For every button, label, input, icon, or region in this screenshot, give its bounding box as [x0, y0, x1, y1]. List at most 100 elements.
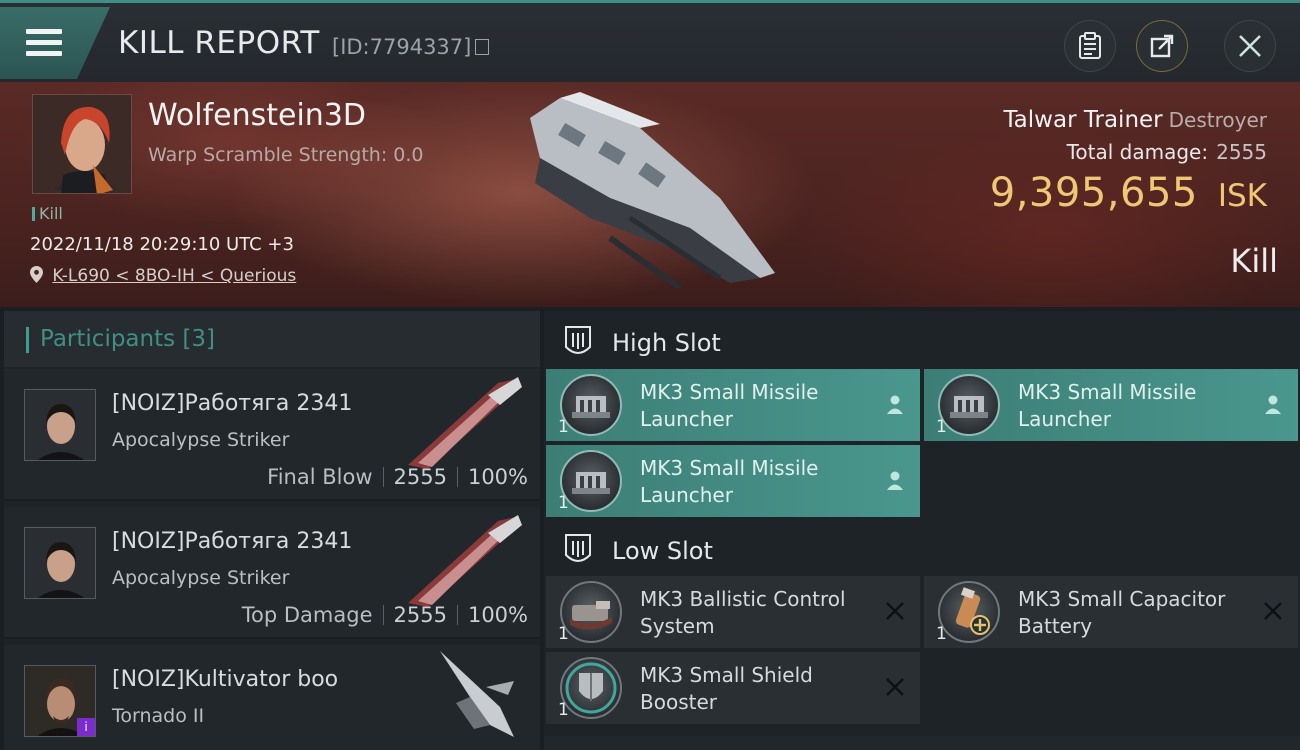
kill-tag: Kill: [32, 204, 63, 223]
clipboard-button[interactable]: [1064, 20, 1116, 72]
module-name: MK3 Small Missile Launcher: [1018, 380, 1197, 431]
missile-launcher-glyph: [572, 472, 610, 494]
participant-stat-label: Top Damage: [241, 603, 373, 627]
high-slot-module[interactable]: 1 MK3 Small Missile Launcher: [924, 369, 1298, 441]
stat-divider: [456, 605, 458, 625]
page-title: KILL REPORT: [118, 25, 320, 61]
participant-ship-image: [408, 515, 522, 607]
avatar[interactable]: [24, 389, 96, 461]
missile-launcher-icon: [560, 450, 622, 512]
person-icon: [887, 395, 903, 414]
avatar-image: [25, 528, 95, 598]
low-slot-header: Low Slot: [544, 521, 1300, 577]
low-slot-title: Low Slot: [612, 537, 713, 565]
module-quantity: 1: [936, 624, 947, 644]
ballistic-control-icon: [560, 581, 622, 643]
victim-ship-name[interactable]: Talwar Trainer Destroyer: [1003, 107, 1267, 133]
close-button[interactable]: [1224, 20, 1276, 72]
report-id: [ID:7794337]: [332, 35, 490, 59]
participants-header: Participants [3]: [4, 311, 540, 367]
location-pin-icon: [30, 266, 43, 283]
stat-divider: [382, 467, 384, 487]
high-slot-module[interactable]: 1 MK3 Small Missile Launcher: [546, 369, 920, 441]
participant-row[interactable]: [NOIZ]Работяга 2341 Apocalypse Striker T…: [4, 507, 540, 639]
participant-row[interactable]: i [NOIZ]Kultivator boo Tornado II: [4, 645, 540, 750]
person-icon: [1265, 395, 1281, 414]
participant-percent: 100%: [467, 465, 528, 489]
low-slot-icon: [565, 534, 591, 562]
victim-ship-image: [530, 92, 775, 288]
module-quantity: 1: [936, 417, 947, 437]
participant-row[interactable]: [NOIZ]Работяга 2341 Apocalypse Striker F…: [4, 369, 540, 501]
isk-amount: 9,395,655: [989, 170, 1198, 216]
top-bar: KILL REPORT [ID:7794337]: [0, 0, 1300, 82]
info-badge: i: [77, 718, 95, 736]
missile-launcher-glyph: [950, 396, 988, 418]
participant-percent: 100%: [467, 603, 528, 627]
menu-icon: [26, 29, 62, 57]
stat-divider: [382, 605, 384, 625]
participant-name[interactable]: [NOIZ]Работяга 2341: [112, 529, 352, 554]
shield-booster-icon: [560, 657, 622, 719]
high-slot-module[interactable]: 1 MK3 Small Missile Launcher: [546, 445, 920, 517]
kill-tag-bar: [32, 207, 35, 221]
participant-stat-label: Final Blow: [267, 465, 373, 489]
menu-button[interactable]: [0, 7, 110, 79]
share-button[interactable]: [1136, 20, 1188, 72]
participant-ship-image: [408, 377, 522, 469]
high-slot-icon: [565, 326, 591, 354]
missile-launcher-icon: [560, 374, 622, 436]
participant-stats: Final Blow 2555 100%: [267, 465, 528, 489]
victim-portrait[interactable]: [32, 94, 132, 194]
copy-icon[interactable]: [475, 39, 490, 55]
next-slot-header-peek: [544, 736, 1300, 750]
module-name: MK3 Small Missile Launcher: [640, 380, 819, 431]
isk-unit: ISK: [1217, 178, 1267, 214]
destroyed-x-icon: [1264, 602, 1282, 620]
result-label: Kill: [1230, 242, 1278, 280]
total-damage-label: Total damage:: [1066, 140, 1209, 164]
participant-damage: 2555: [393, 603, 447, 627]
participant-name[interactable]: [NOIZ]Kultivator boo: [112, 667, 338, 692]
participant-ship: Apocalypse Striker: [112, 567, 290, 589]
location-link[interactable]: K-L690 < 8BO-IH < Querious: [52, 266, 296, 286]
module-name: MK3 Small Capacitor Battery: [1018, 587, 1226, 638]
participant-ship: Tornado II: [112, 705, 205, 727]
fittings-panel: High Slot 1 MK3 Small Missile Launcher 1…: [544, 311, 1300, 750]
module-quantity: 1: [558, 493, 569, 513]
avatar[interactable]: [24, 527, 96, 599]
total-damage: Total damage: 2555: [1067, 140, 1267, 164]
module-name: MK3 Small Shield Booster: [640, 663, 813, 714]
participants-title: Participants [3]: [40, 326, 215, 352]
ballistic-control-glyph: [570, 601, 612, 630]
kill-location[interactable]: K-L690 < 8BO-IH < Querious: [30, 266, 296, 286]
close-icon: [1239, 35, 1261, 57]
ship-class: Destroyer: [1168, 108, 1267, 132]
capacitor-battery-glyph: [955, 587, 990, 635]
destroyed-x-icon: [886, 602, 904, 620]
module-quantity: 1: [558, 624, 569, 644]
stat-divider: [456, 467, 458, 487]
module-name: MK3 Small Missile Launcher: [640, 456, 819, 507]
kill-tag-text: Kill: [39, 204, 63, 223]
total-damage-value: 2555: [1216, 140, 1267, 164]
avatar[interactable]: i: [24, 665, 96, 737]
participants-title-text: Participants: [40, 326, 176, 352]
isk-value: 9,395,655 ISK: [990, 170, 1267, 216]
module-name: MK3 Ballistic Control System: [640, 587, 846, 638]
victim-pilot-name[interactable]: Wolfenstein3D: [148, 98, 366, 133]
participant-name[interactable]: [NOIZ]Работяга 2341: [112, 391, 352, 416]
participants-accent-bar: [26, 327, 29, 353]
victim-banner: Wolfenstein3D Warp Scramble Strength: 0.…: [0, 82, 1300, 307]
low-slot-module[interactable]: 1 MK3 Small Shield Booster: [546, 652, 920, 724]
participants-count: [3]: [182, 326, 216, 352]
avatar-image: [25, 390, 95, 460]
low-slot-module[interactable]: 1 MK3 Small Capacitor Battery: [924, 576, 1298, 648]
high-slot-header: High Slot: [544, 313, 1300, 369]
capacitor-battery-icon: [938, 581, 1000, 643]
participant-ship-image: [440, 651, 514, 737]
participant-stats: Top Damage 2555 100%: [242, 603, 528, 627]
missile-launcher-icon: [938, 374, 1000, 436]
low-slot-module[interactable]: 1 MK3 Ballistic Control System: [546, 576, 920, 648]
clipboard-icon: [1079, 32, 1101, 59]
